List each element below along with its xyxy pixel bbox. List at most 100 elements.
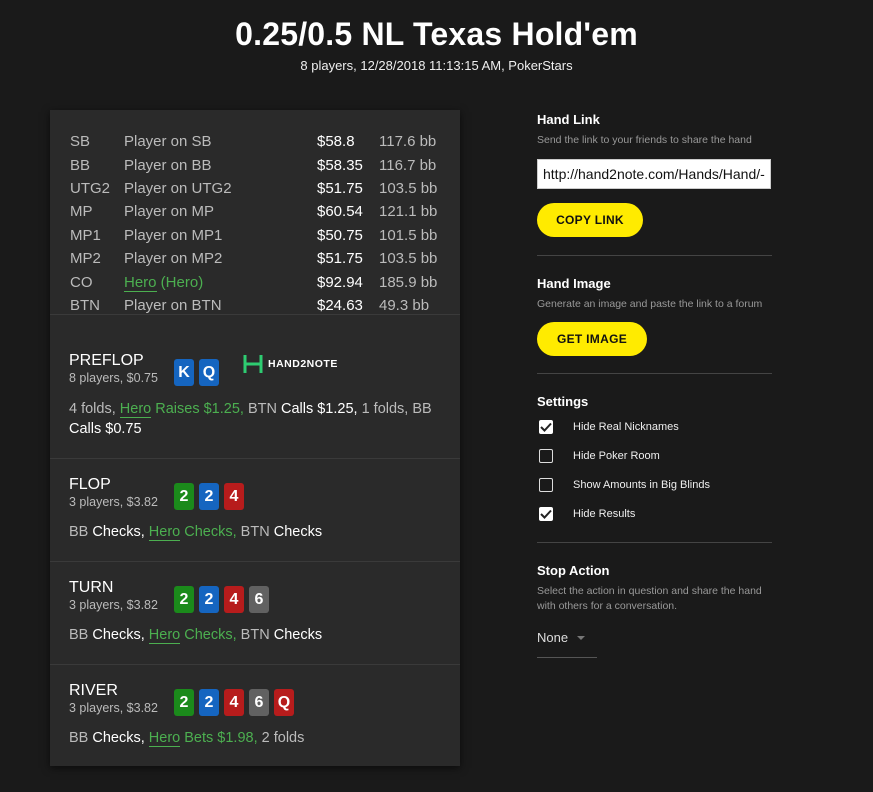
player-position: UTG2 [70, 179, 111, 197]
player-row: UTG2 Player on UTG2 $51.75 103.5 bb [70, 177, 440, 200]
street-name: TURN [69, 579, 114, 596]
checkbox-label: Hide Results [573, 508, 636, 520]
chevron-down-icon [577, 636, 586, 640]
street-actions: BB Checks, Hero Bets $1.98, 2 folds [69, 728, 444, 748]
checkbox-hide-real-nicknames[interactable]: Hide Real Nicknames [539, 420, 679, 434]
checkbox[interactable] [539, 507, 553, 521]
hero-link[interactable]: Hero [148, 524, 181, 541]
street-name: RIVER [69, 682, 118, 699]
hero-link[interactable]: Hero [119, 401, 152, 418]
player-stack: $60.54 [317, 203, 363, 221]
player-row-hero: CO Hero (Hero) $92.94 185.9 bb [70, 270, 440, 293]
player-name: Player on UTG2 [124, 179, 232, 197]
checkbox-show-amounts-bb[interactable]: Show Amounts in Big Blinds [539, 478, 710, 492]
section-title: Hand Image [537, 276, 611, 291]
card: 6 [249, 689, 269, 716]
hand-image-section: Hand Image Generate an image and paste t… [537, 276, 773, 312]
player-stack-bb: 101.5 bb [379, 226, 438, 244]
action-verb: Calls $1.25, [280, 401, 358, 417]
player-stack: $58.8 [317, 133, 355, 151]
checkbox-hide-results[interactable]: Hide Results [539, 507, 635, 521]
action-verb: Checks [273, 627, 323, 643]
card: 2 [174, 483, 194, 510]
copy-link-button[interactable]: COPY LINK [537, 203, 643, 237]
checkbox[interactable] [539, 478, 553, 492]
street-info: 3 players, $3.82 [69, 701, 158, 715]
street-info: 8 players, $0.75 [69, 371, 158, 385]
check-icon [540, 509, 552, 519]
action-text: BB [69, 627, 93, 643]
action-text: BTN [236, 524, 274, 540]
player-row: BTN Player on BTN $24.63 49.3 bb [70, 294, 440, 317]
player-name: Player on BB [124, 156, 212, 174]
player-row: BB Player on BB $58.35 116.7 bb [70, 153, 440, 176]
street-actions: 4 folds, Hero Raises $1.25, BTN Calls $1… [69, 399, 444, 439]
hand2note-logo: HAND2NOTE [242, 353, 338, 375]
hero-link[interactable]: Hero [148, 627, 181, 644]
hero-link[interactable]: Hero [124, 273, 157, 292]
checkbox-hide-poker-room[interactable]: Hide Poker Room [539, 449, 660, 463]
action-text: BB [69, 524, 93, 540]
player-name: Player on SB [124, 133, 212, 151]
card: 2 [174, 689, 194, 716]
card: 4 [224, 689, 244, 716]
card: 4 [224, 586, 244, 613]
street-info: 3 players, $3.82 [69, 598, 158, 612]
hand-history-panel: SB Player on SB $58.8 117.6 bb BB Player… [50, 110, 460, 766]
action-verb: Checks [273, 524, 323, 540]
stop-action-select[interactable]: None [537, 630, 597, 658]
action-text: 4 folds, [69, 401, 120, 417]
board-cards: 2 2 4 [174, 483, 244, 510]
logo-text: HAND2NOTE [268, 358, 338, 370]
player-name: Player on BTN [124, 296, 222, 314]
player-stack: $58.35 [317, 156, 363, 174]
player-stack: $24.63 [317, 296, 363, 314]
street-info: 3 players, $3.82 [69, 495, 158, 509]
divider [537, 255, 772, 256]
card: Q [199, 359, 219, 386]
board-cards: 2 2 4 6 Q [174, 689, 294, 716]
street-preflop: PREFLOP 8 players, $0.75 K Q HAND2NOTE 4… [50, 335, 460, 459]
hole-cards: K Q [174, 359, 219, 386]
hero-link[interactable]: Hero [148, 730, 181, 747]
street-actions: BB Checks, Hero Checks, BTN Checks [69, 522, 444, 542]
action-verb: Checks, [92, 627, 145, 643]
card: 2 [199, 483, 219, 510]
card: K [174, 359, 194, 386]
player-stack-bb: 117.6 bb [379, 133, 437, 151]
section-title: Hand Link [537, 112, 600, 127]
card: 4 [224, 483, 244, 510]
page-subtitle: 8 players, 12/28/2018 11:13:15 AM, Poker… [300, 58, 573, 73]
select-value: None [537, 630, 569, 645]
check-icon [540, 422, 552, 432]
stop-action-section: Stop Action Select the action in questio… [537, 563, 773, 614]
player-stack-bb: 103.5 bb [379, 250, 438, 268]
section-description: Generate an image and paste the link to … [537, 298, 763, 310]
checkbox[interactable] [539, 420, 553, 434]
player-position: MP [70, 203, 93, 221]
player-position: BTN [70, 296, 100, 314]
player-row: MP Player on MP $60.54 121.1 bb [70, 200, 440, 223]
street-turn: TURN 3 players, $3.82 2 2 4 6 BB Checks,… [50, 562, 460, 665]
card: 2 [199, 586, 219, 613]
player-name: Player on MP2 [124, 250, 223, 268]
settings-section: Settings [537, 394, 773, 409]
hand2note-logo-icon [243, 355, 263, 373]
section-description: Send the link to your friends to share t… [537, 134, 752, 146]
action-text: BTN [236, 627, 274, 643]
players-table: SB Player on SB $58.8 117.6 bb BB Player… [50, 110, 460, 315]
player-stack: $51.75 [317, 179, 363, 197]
page-title: 0.25/0.5 NL Texas Hold'em [235, 16, 638, 52]
divider [537, 542, 772, 543]
player-stack-bb: 116.7 bb [379, 156, 437, 174]
card: 2 [174, 586, 194, 613]
checkbox[interactable] [539, 449, 553, 463]
section-title: Stop Action [537, 563, 610, 578]
get-image-button[interactable]: GET IMAGE [537, 322, 647, 356]
action-verb: Checks, [92, 730, 145, 746]
divider [537, 373, 772, 374]
action-text: BTN [243, 401, 281, 417]
board-cards: 2 2 4 6 [174, 586, 269, 613]
hand-link-input[interactable] [537, 159, 771, 189]
player-position: MP1 [70, 226, 101, 244]
